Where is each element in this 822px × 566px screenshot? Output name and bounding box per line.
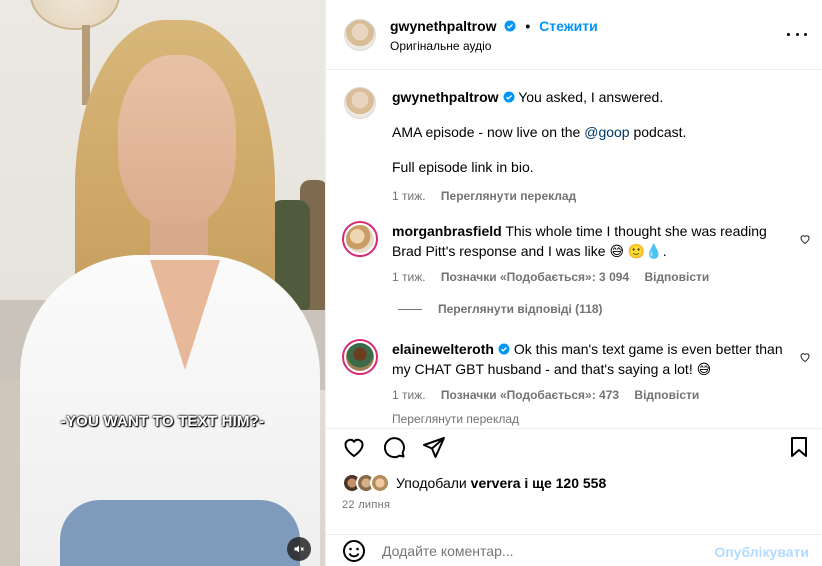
caption-line-1: gwynethpaltrow You asked, I answered. [392, 87, 783, 107]
reply-button[interactable]: Відповісти [634, 388, 699, 402]
comments-list[interactable]: gwynethpaltrow You asked, I answered. AM… [326, 71, 822, 426]
caption-username[interactable]: gwynethpaltrow [392, 89, 499, 105]
person-face [118, 55, 236, 225]
heart-icon[interactable] [342, 435, 366, 459]
caption-meta: 1 тиж. Переглянути переклад [392, 186, 783, 206]
comment-meta: 1 тиж. Позначки «Подобається»: 473 Відпо… [392, 385, 783, 405]
mute-button[interactable] [287, 537, 311, 561]
lamp-decor [30, 0, 120, 30]
more-options-button[interactable] [787, 24, 807, 44]
comment-username[interactable]: morganbrasfield [392, 223, 502, 239]
mute-icon [294, 545, 304, 553]
avatar[interactable] [344, 87, 376, 119]
comment-composer: Опублікувати [326, 534, 822, 566]
liker-avatar [370, 473, 390, 493]
translate-link[interactable]: Переглянути переклад [441, 189, 576, 203]
header-username[interactable]: gwynethpaltrow [390, 18, 497, 34]
comment-icon[interactable] [382, 435, 406, 459]
replies-line [398, 308, 422, 310]
heart-icon[interactable] [799, 351, 811, 363]
action-bar: Уподобали ververa і ще 120 558 22 липня [326, 428, 822, 528]
mention-link[interactable]: @goop [584, 124, 629, 140]
save-icon[interactable] [787, 435, 811, 459]
video-subtitle: -YOU WANT TO TEXT HIM?- [60, 413, 265, 430]
post-button[interactable]: Опублікувати [714, 544, 809, 560]
translate-link[interactable]: Переглянути переклад [392, 412, 519, 426]
follow-button[interactable]: Стежити [539, 18, 598, 34]
caption-line-3: Full episode link in bio. [392, 159, 534, 175]
comment-input[interactable] [382, 543, 702, 559]
verified-icon [498, 343, 510, 355]
avatar[interactable] [342, 221, 378, 257]
comment-username[interactable]: elainewelteroth [392, 341, 494, 357]
verified-icon [504, 20, 516, 32]
reply-button[interactable]: Відповісти [644, 270, 709, 284]
verified-icon [503, 91, 515, 103]
comment-likes-count[interactable]: Позначки «Подобається»: 473 [441, 388, 619, 402]
header-username-row: gwynethpaltrow • Стежити [390, 18, 598, 34]
post-panel: gwynethpaltrow • Стежити Оригінальне ауд… [325, 0, 822, 566]
timestamp[interactable]: 1 тиж. [392, 270, 426, 284]
comment-meta: 1 тиж. Позначки «Подобається»: 3 094 Від… [392, 267, 783, 287]
timestamp[interactable]: 1 тиж. [392, 388, 426, 402]
likes-summary[interactable]: Уподобали ververa і ще 120 558 [342, 473, 606, 493]
lamp-stand-decor [82, 25, 90, 105]
more-icon [787, 32, 790, 36]
avatar[interactable] [342, 339, 378, 375]
person-jeans [60, 500, 300, 566]
timestamp[interactable]: 1 тиж. [392, 189, 426, 203]
liker-username[interactable]: ververa [471, 475, 521, 491]
share-icon[interactable] [422, 435, 446, 459]
caption-line-2: AMA episode - now live on the @goop podc… [392, 124, 687, 140]
separator-dot: • [525, 18, 531, 34]
comment-translate-row: Переглянути переклад [392, 409, 783, 426]
comment-likes-count[interactable]: Позначки «Подобається»: 3 094 [441, 270, 629, 284]
audio-label[interactable]: Оригінальне аудіо [390, 39, 491, 53]
likes-text: Уподобали ververa і ще 120 558 [396, 475, 607, 491]
post-date[interactable]: 22 липня [342, 499, 390, 511]
avatar[interactable] [344, 19, 376, 51]
view-replies-button[interactable]: Переглянути відповіді (118) [398, 302, 603, 316]
post-header: gwynethpaltrow • Стежити Оригінальне ауд… [326, 0, 822, 70]
emoji-icon[interactable] [342, 539, 366, 563]
caption-text: You asked, I answered. [518, 89, 664, 105]
post-media[interactable]: -YOU WANT TO TEXT HIM?- [0, 0, 325, 566]
heart-icon[interactable] [799, 233, 811, 245]
